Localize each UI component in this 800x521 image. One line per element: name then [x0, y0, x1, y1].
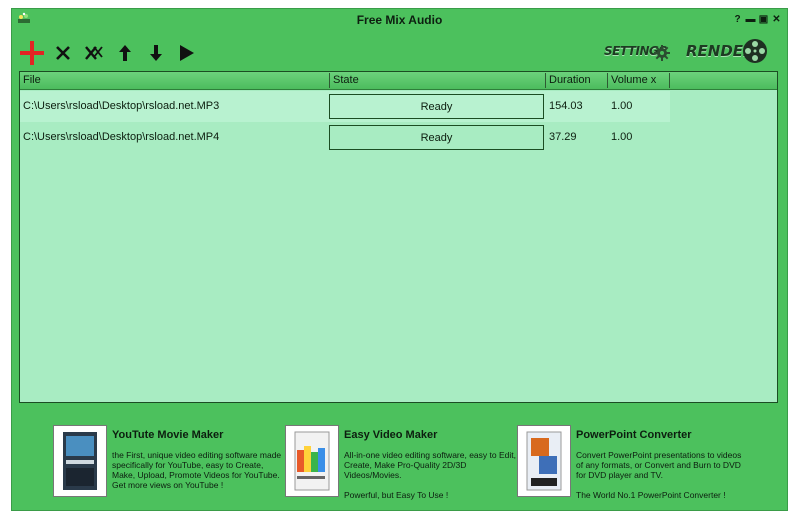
play-button[interactable] [173, 39, 201, 67]
column-duration[interactable]: Duration [549, 74, 591, 86]
promo-title[interactable]: Easy Video Maker [344, 429, 437, 441]
column-divider[interactable] [545, 73, 546, 88]
promo-bar: YouTute Movie Maker the First, unique vi… [12, 417, 787, 507]
column-divider[interactable] [329, 73, 330, 88]
promo-title[interactable]: YouTute Movie Maker [112, 429, 223, 441]
volume-value[interactable]: 1.00 [611, 100, 632, 112]
file-list[interactable]: File State Duration Volume x C:\Users\rs… [19, 71, 778, 403]
move-down-button[interactable] [142, 39, 170, 67]
film-reel-icon [743, 39, 767, 63]
close-icon[interactable]: ✕ [772, 14, 781, 25]
window-controls: ? ▬ ▣ ✕ [733, 14, 781, 25]
maximize-icon[interactable]: ▣ [759, 14, 768, 25]
duration-value: 37.29 [549, 131, 577, 143]
title-bar[interactable]: Free Mix Audio ? ▬ ▣ ✕ [12, 9, 787, 31]
column-file[interactable]: File [23, 74, 41, 86]
table-row[interactable]: C:\Users\rsload\Desktop\rsload.net.MP3 R… [20, 91, 670, 122]
x-icon [55, 45, 71, 61]
remove-all-button[interactable] [80, 39, 108, 67]
promo-title[interactable]: PowerPoint Converter [576, 429, 692, 441]
arrow-down-icon [149, 44, 163, 62]
column-divider[interactable] [607, 73, 608, 88]
promo-description: Convert PowerPoint presentations to vide… [576, 450, 742, 500]
promo-youtube-movie-maker[interactable]: YouTute Movie Maker the First, unique vi… [53, 421, 285, 505]
promo-powerpoint-converter[interactable]: PowerPoint Converter Convert PowerPoint … [517, 421, 749, 505]
state-cell: Ready [329, 94, 544, 119]
column-divider[interactable] [669, 73, 670, 88]
state-cell: Ready [329, 125, 544, 150]
double-x-icon [84, 45, 104, 61]
minimize-icon[interactable]: ▬ [746, 14, 756, 25]
promo-thumbnail[interactable] [285, 425, 339, 497]
table-row[interactable]: C:\Users\rsload\Desktop\rsload.net.MP4 R… [20, 122, 670, 153]
move-up-button[interactable] [111, 39, 139, 67]
settings-button[interactable]: SETTINGS [604, 39, 674, 63]
add-file-button[interactable] [18, 39, 46, 67]
column-volume[interactable]: Volume x [611, 74, 656, 86]
duration-value: 154.03 [549, 100, 583, 112]
help-icon[interactable]: ? [733, 14, 742, 25]
file-path: C:\Users\rsload\Desktop\rsload.net.MP3 [23, 100, 220, 112]
promo-description: the First, unique video editing software… [112, 450, 282, 490]
render-button[interactable]: RENDER [684, 39, 774, 63]
plus-icon [19, 40, 45, 66]
main-window: Free Mix Audio ? ▬ ▣ ✕ SETTINGS RENDER F… [11, 8, 788, 511]
file-path: C:\Users\rsload\Desktop\rsload.net.MP4 [23, 131, 220, 143]
play-icon [179, 44, 195, 62]
promo-thumbnail[interactable] [53, 425, 107, 497]
column-state[interactable]: State [333, 74, 359, 86]
window-title: Free Mix Audio [356, 13, 443, 27]
volume-value[interactable]: 1.00 [611, 131, 632, 143]
remove-file-button[interactable] [49, 39, 77, 67]
arrow-up-icon [118, 44, 132, 62]
promo-easy-video-maker[interactable]: Easy Video Maker All-in-one video editin… [285, 421, 517, 505]
gear-icon [654, 45, 670, 61]
toolbar [18, 37, 204, 69]
file-list-header: File State Duration Volume x [20, 72, 777, 90]
promo-description: All-in-one video editing software, easy … [344, 450, 516, 500]
promo-thumbnail[interactable] [517, 425, 571, 497]
